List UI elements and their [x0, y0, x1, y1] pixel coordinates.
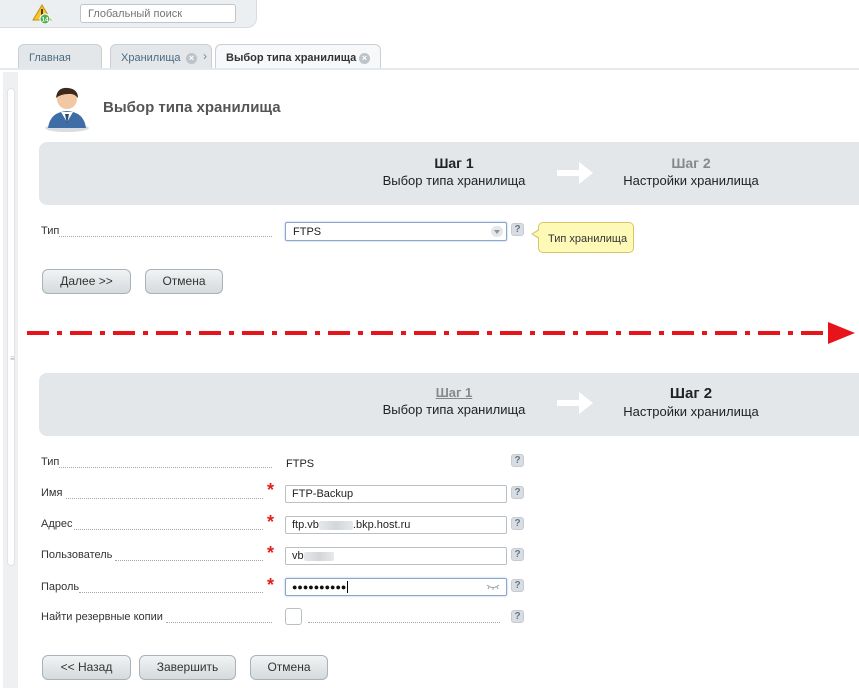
- required-mark: *: [267, 480, 275, 500]
- password-field[interactable]: ●●●●●●●●●●: [285, 578, 507, 596]
- wizard-step-2: Шаг 2 Настройки хранилища: [591, 385, 791, 419]
- page-title: Выбор типа хранилища: [103, 99, 281, 116]
- cancel-button[interactable]: Отмена: [250, 655, 328, 680]
- leader-dots: [74, 529, 263, 530]
- top-bar: 14: [0, 0, 257, 28]
- arrow-right-icon: [557, 162, 593, 184]
- tab-storages-label: Хранилища: [121, 52, 181, 64]
- password-label: Пароль: [41, 581, 80, 593]
- show-password-icon[interactable]: [486, 584, 500, 590]
- help-icon[interactable]: ?: [511, 517, 524, 530]
- drag-handle-icon[interactable]: ≡: [10, 355, 15, 363]
- notifications-count: 14: [42, 18, 49, 24]
- close-tab-icon[interactable]: ×: [186, 53, 197, 64]
- finish-button[interactable]: Завершить: [139, 655, 236, 680]
- left-panel-rail: ≡: [3, 72, 18, 688]
- help-icon[interactable]: ?: [511, 579, 524, 592]
- tab-select-storage-type-label: Выбор типа хранилища: [226, 52, 357, 64]
- left-panel-scroll[interactable]: [7, 88, 15, 566]
- warning-notifications-icon[interactable]: 14: [32, 4, 52, 24]
- leader-dots: [59, 236, 272, 237]
- user-avatar-icon: [45, 87, 89, 132]
- transition-arrow-icon: [27, 322, 855, 344]
- help-icon[interactable]: ?: [511, 454, 524, 467]
- step-1-number: Шаг 1: [434, 155, 474, 171]
- tab-main-label: Главная: [29, 52, 71, 64]
- find-backups-label: Найти резервные копии: [41, 611, 163, 623]
- name-value: FTP-Backup: [292, 488, 354, 500]
- redacted-text: [303, 551, 334, 561]
- user-field[interactable]: vb: [285, 547, 507, 565]
- user-label: Пользователь: [41, 549, 113, 561]
- storage-type-value: FTPS: [293, 226, 322, 238]
- required-mark: *: [267, 512, 275, 532]
- type-value: FTPS: [286, 458, 315, 470]
- step-2-number: Шаг 2: [671, 155, 711, 171]
- password-mask: ●●●●●●●●●●: [292, 582, 347, 592]
- step-1-link[interactable]: Шаг 1: [354, 385, 554, 400]
- tooltip-storage-type: Тип хранилища: [531, 222, 634, 253]
- help-icon[interactable]: ?: [511, 610, 524, 623]
- type-label: Тип: [41, 456, 60, 468]
- back-button[interactable]: << Назад: [42, 655, 131, 680]
- type-label: Тип: [41, 225, 60, 237]
- wizard-steps-bar: Шаг 1 Выбор типа хранилища Шаг 2 Настрой…: [39, 373, 859, 436]
- tab-storages[interactable]: Хранилища ×: [110, 44, 212, 69]
- tab-underline: [0, 68, 859, 70]
- tab-select-storage-type[interactable]: Выбор типа хранилища ×: [215, 44, 381, 69]
- address-field[interactable]: ftp.vb .bkp.host.ru: [285, 516, 507, 534]
- leader-dots: [66, 498, 263, 499]
- storage-type-select[interactable]: FTPS: [285, 222, 507, 241]
- leader-dots: [59, 467, 272, 468]
- leader-dots: [79, 592, 263, 593]
- chevron-down-icon[interactable]: [491, 226, 503, 237]
- name-label: Имя: [41, 487, 63, 499]
- next-button[interactable]: Далее >>: [42, 269, 131, 294]
- wizard-step-2: Шаг 2 Настройки хранилища: [591, 155, 791, 188]
- step-2-number: Шаг 2: [669, 385, 713, 402]
- leader-dots: [166, 622, 272, 623]
- help-icon[interactable]: ?: [511, 223, 524, 236]
- redacted-text: [318, 520, 353, 530]
- address-label: Адрес: [41, 518, 73, 530]
- text-cursor: [347, 581, 349, 594]
- step-2-description: Настройки хранилища: [623, 404, 759, 419]
- chevron-right-icon: ›: [203, 49, 207, 63]
- arrow-right-icon: [557, 392, 593, 414]
- name-field[interactable]: FTP-Backup: [285, 485, 507, 503]
- step-2-description: Настройки хранилища: [623, 173, 759, 188]
- close-tab-icon[interactable]: ×: [359, 53, 370, 64]
- cancel-button[interactable]: Отмена: [145, 269, 223, 294]
- leader-dots: [308, 622, 500, 623]
- required-mark: *: [267, 543, 275, 563]
- wizard-step-1: Шаг 1 Выбор типа хранилища: [354, 155, 554, 188]
- tab-main[interactable]: Главная: [18, 44, 102, 69]
- global-search-input[interactable]: [80, 4, 236, 23]
- help-icon[interactable]: ?: [511, 548, 524, 561]
- address-prefix: ftp.vb: [292, 519, 319, 531]
- help-icon[interactable]: ?: [511, 486, 524, 499]
- step-1-description: Выбор типа хранилища: [382, 173, 526, 188]
- user-prefix: vb: [292, 550, 304, 562]
- wizard-step-1: Шаг 1 Выбор типа хранилища: [354, 385, 554, 417]
- leader-dots: [115, 560, 263, 561]
- find-backups-checkbox[interactable]: [285, 608, 302, 625]
- step-1-description: Выбор типа хранилища: [382, 402, 526, 417]
- wizard-steps-bar: Шаг 1 Выбор типа хранилища Шаг 2 Настрой…: [39, 142, 859, 205]
- required-mark: *: [267, 575, 275, 595]
- address-suffix: .bkp.host.ru: [352, 519, 411, 531]
